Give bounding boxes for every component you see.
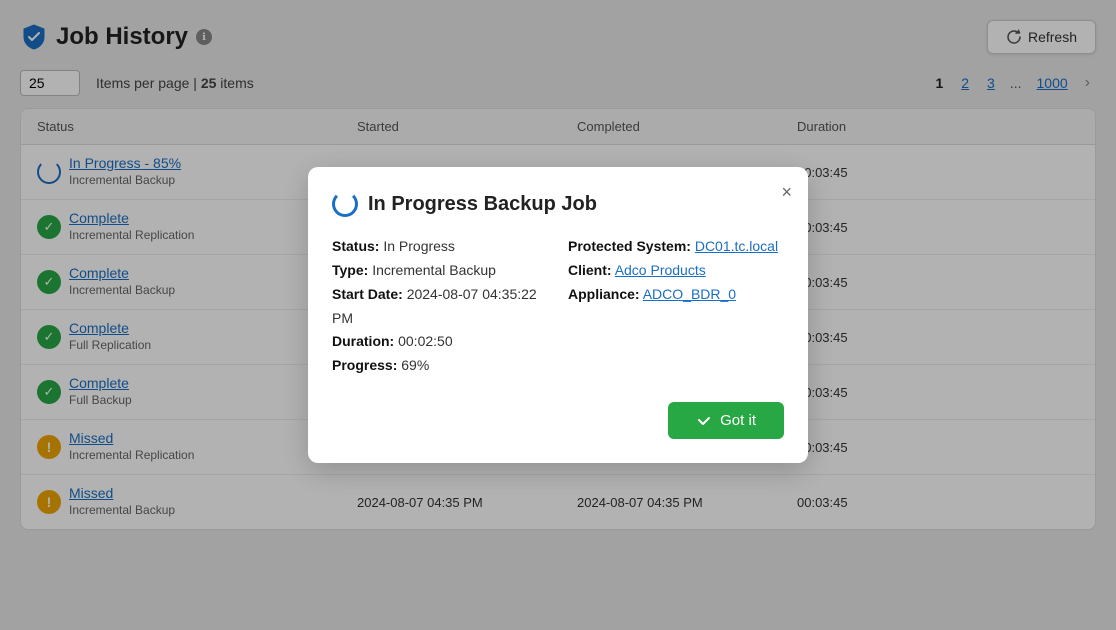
checkmark-icon xyxy=(696,412,712,428)
modal-dialog: In Progress Backup Job × Status: In Prog… xyxy=(308,167,808,463)
modal-duration-field: Duration: 00:02:50 xyxy=(332,330,548,354)
appliance-link[interactable]: ADCO_BDR_0 xyxy=(643,286,736,302)
modal-startdate-field: Start Date: 2024-08-07 04:35:22 PM xyxy=(332,283,548,331)
modal-progress-icon xyxy=(332,191,358,217)
modal-client-field: Client: Adco Products xyxy=(568,259,784,283)
got-it-button[interactable]: Got it xyxy=(668,402,784,439)
modal-header: In Progress Backup Job xyxy=(332,191,784,217)
modal-status-field: Status: In Progress xyxy=(332,235,548,259)
modal-fields-left: Status: In Progress Type: Incremental Ba… xyxy=(332,235,548,378)
modal-appliance-field: Appliance: ADCO_BDR_0 xyxy=(568,283,784,307)
client-link[interactable]: Adco Products xyxy=(615,262,706,278)
got-it-label: Got it xyxy=(720,412,756,429)
modal-close-button[interactable]: × xyxy=(781,183,792,201)
protected-system-link[interactable]: DC01.tc.local xyxy=(695,238,778,254)
modal-footer: Got it xyxy=(332,402,784,439)
modal-body: Status: In Progress Type: Incremental Ba… xyxy=(332,235,784,378)
modal-overlay[interactable]: In Progress Backup Job × Status: In Prog… xyxy=(0,0,1116,630)
modal-type-field: Type: Incremental Backup xyxy=(332,259,548,283)
modal-fields-right: Protected System: DC01.tc.local Client: … xyxy=(568,235,784,378)
modal-title: In Progress Backup Job xyxy=(368,193,597,216)
modal-progress-field: Progress: 69% xyxy=(332,354,548,378)
modal-protected-field: Protected System: DC01.tc.local xyxy=(568,235,784,259)
